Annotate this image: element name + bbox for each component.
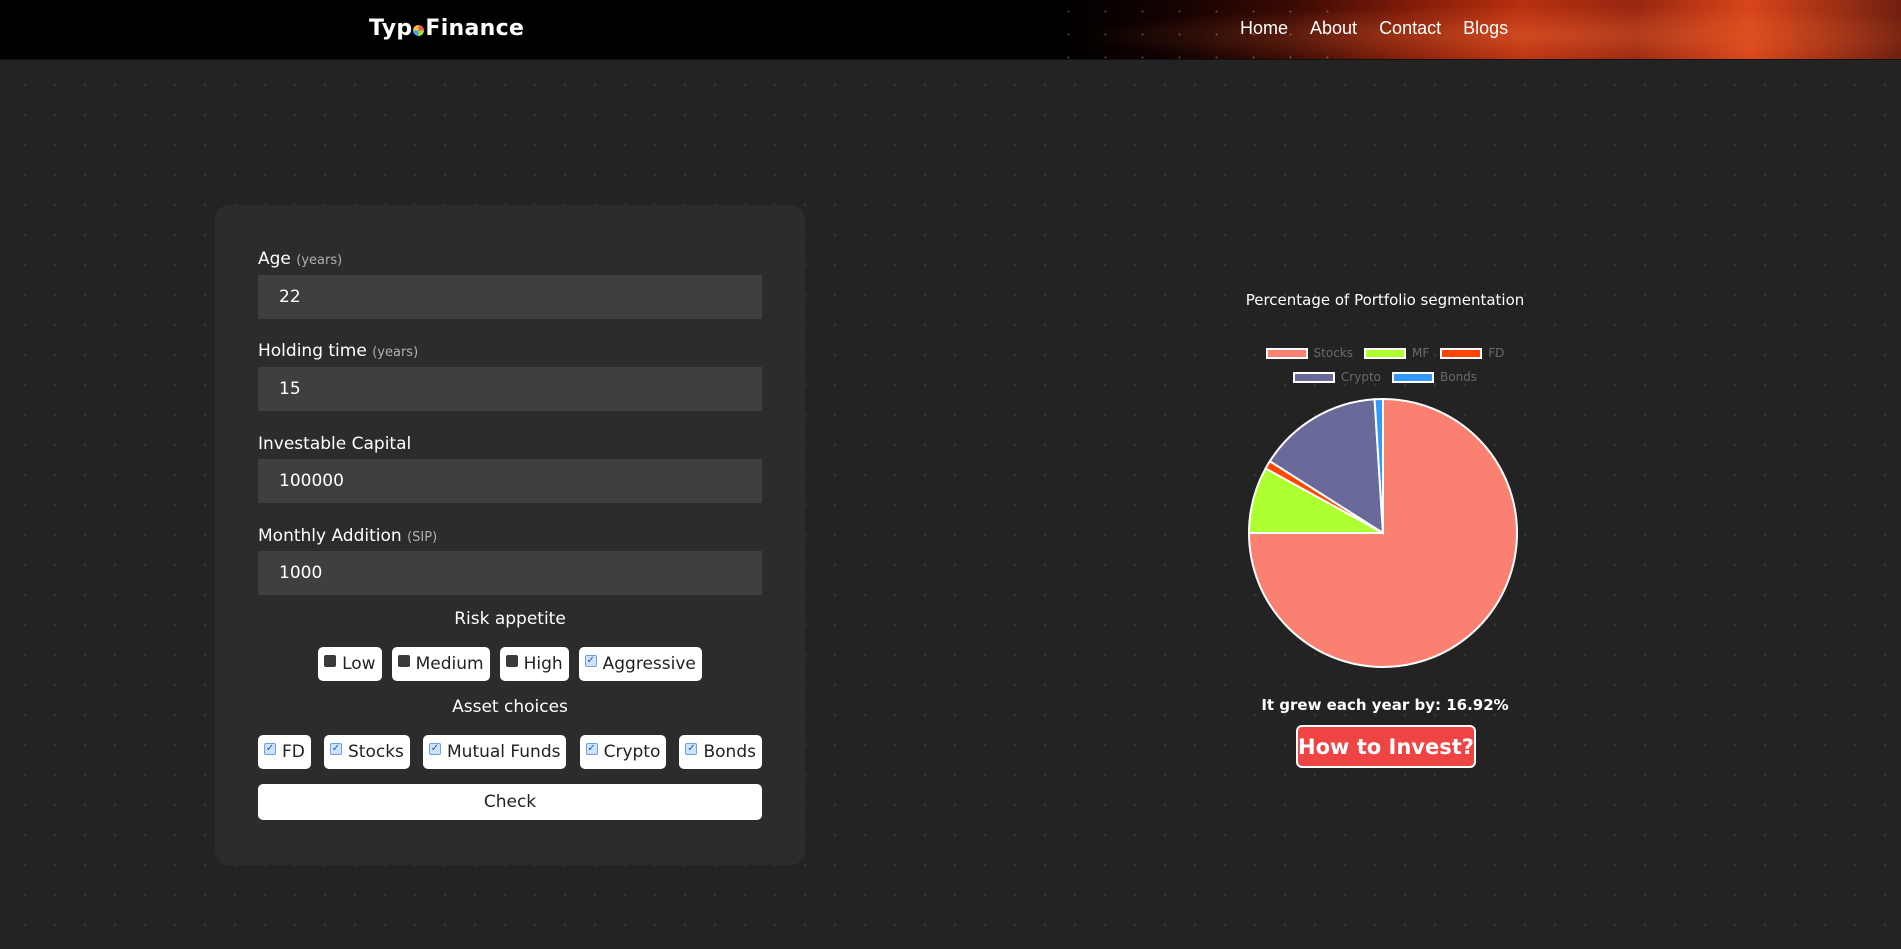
investment-form: Age (years) Holding time (years) Investa…	[215, 205, 805, 865]
age-unit: (years)	[296, 253, 343, 268]
checkbox-checked-icon[interactable]: ✓	[429, 743, 441, 755]
risk-option-label: Aggressive	[602, 654, 696, 674]
asset-option-label: Crypto	[603, 742, 661, 762]
monthly-unit: (SIP)	[407, 530, 438, 545]
monthly-input[interactable]	[258, 551, 762, 595]
asset-option-fd[interactable]: ✓ FD	[258, 735, 311, 769]
asset-choices-options: ✓ FD ✓ Stocks ✓ Mutual Funds ✓ Crypto ✓ …	[258, 735, 762, 769]
holding-time-unit: (years)	[372, 345, 419, 360]
asset-option-label: Mutual Funds	[447, 742, 561, 762]
pie-chart	[1247, 397, 1518, 668]
legend-swatch	[1392, 371, 1434, 383]
age-label: Age (years)	[258, 249, 342, 269]
monthly-label-text: Monthly Addition	[258, 526, 402, 546]
holding-time-label-text: Holding time	[258, 341, 367, 361]
checkbox-checked-icon[interactable]: ✓	[264, 743, 276, 755]
checkbox-checked-icon[interactable]: ✓	[685, 743, 698, 755]
checkbox-unchecked-icon[interactable]	[505, 655, 518, 667]
legend-swatch	[1265, 347, 1308, 359]
legend-label: Bonds	[1440, 370, 1478, 384]
brand-logo[interactable]: Typ Finance	[369, 16, 524, 41]
risk-option-aggressive[interactable]: ✓ Aggressive	[578, 647, 702, 681]
legend-item-mf[interactable]: MF	[1364, 346, 1429, 360]
checkbox-checked-icon[interactable]: ✓	[584, 655, 597, 667]
check-button[interactable]: Check	[258, 784, 762, 820]
nav-contact[interactable]: Contact	[1379, 18, 1441, 39]
age-input[interactable]	[258, 275, 762, 319]
nav-blogs[interactable]: Blogs	[1463, 18, 1508, 39]
chart-title: Percentage of Portfolio segmentation	[1245, 291, 1525, 309]
pie-logo-icon	[413, 25, 425, 36]
nav-links: Home About Contact Blogs	[1240, 18, 1508, 39]
legend-swatch	[1440, 347, 1483, 359]
legend-label: Stocks	[1313, 346, 1354, 360]
asset-option-label: Stocks	[347, 742, 404, 762]
capital-label-text: Investable Capital	[258, 434, 412, 454]
legend-item-fd[interactable]: FD	[1440, 346, 1504, 360]
risk-appetite-title: Risk appetite	[454, 609, 566, 629]
risk-option-high[interactable]: High	[499, 647, 569, 681]
legend-item-bonds[interactable]: Bonds	[1392, 370, 1477, 384]
asset-option-crypto[interactable]: ✓ Crypto	[579, 735, 667, 769]
monthly-label: Monthly Addition (SIP)	[258, 526, 437, 546]
chart-legend-row-2: Crypto Bonds	[1180, 370, 1590, 384]
risk-option-label: High	[523, 654, 563, 674]
portfolio-chart: Percentage of Portfolio segmentation Sto…	[1180, 280, 1590, 680]
capital-input[interactable]	[258, 459, 762, 503]
chart-legend-row-1: Stocks MF FD	[1180, 346, 1590, 360]
legend-swatch	[1292, 371, 1335, 383]
legend-item-stocks[interactable]: Stocks	[1265, 346, 1354, 360]
legend-swatch	[1364, 347, 1407, 359]
risk-appetite-options: Low Medium High ✓ Aggressive	[258, 647, 762, 681]
asset-option-label: FD	[282, 742, 305, 762]
how-to-invest-button[interactable]: How to Invest?	[1296, 725, 1476, 768]
legend-label: Crypto	[1340, 370, 1381, 384]
legend-item-crypto[interactable]: Crypto	[1292, 370, 1381, 384]
holding-time-input[interactable]	[258, 367, 762, 411]
asset-option-label: Bonds	[703, 742, 756, 762]
holding-time-label: Holding time (years)	[258, 341, 418, 361]
brand-name-part2: Finance	[425, 16, 525, 41]
risk-option-label: Low	[342, 654, 376, 674]
nav-home[interactable]: Home	[1240, 18, 1288, 39]
checkbox-checked-icon[interactable]: ✓	[585, 743, 598, 755]
growth-result: It grew each year by: 16.92%	[1261, 696, 1509, 714]
risk-option-label: Medium	[415, 654, 484, 674]
checkbox-unchecked-icon[interactable]	[397, 655, 410, 667]
top-navbar: Typ Finance Home About Contact Blogs	[0, 0, 1901, 60]
checkbox-unchecked-icon[interactable]	[324, 655, 337, 667]
nav-about[interactable]: About	[1310, 18, 1357, 39]
asset-option-stocks[interactable]: ✓ Stocks	[323, 735, 410, 769]
risk-option-medium[interactable]: Medium	[391, 647, 490, 681]
age-label-text: Age	[258, 249, 291, 269]
brand-name-part1: Typ	[369, 16, 413, 41]
checkbox-checked-icon[interactable]: ✓	[329, 743, 342, 755]
asset-option-bonds[interactable]: ✓ Bonds	[679, 735, 762, 769]
asset-choices-title: Asset choices	[452, 697, 568, 717]
legend-label: FD	[1488, 346, 1505, 360]
risk-option-low[interactable]: Low	[318, 647, 382, 681]
asset-option-mutual-funds[interactable]: ✓ Mutual Funds	[423, 735, 567, 769]
capital-label: Investable Capital	[258, 434, 411, 454]
legend-label: MF	[1412, 346, 1430, 360]
